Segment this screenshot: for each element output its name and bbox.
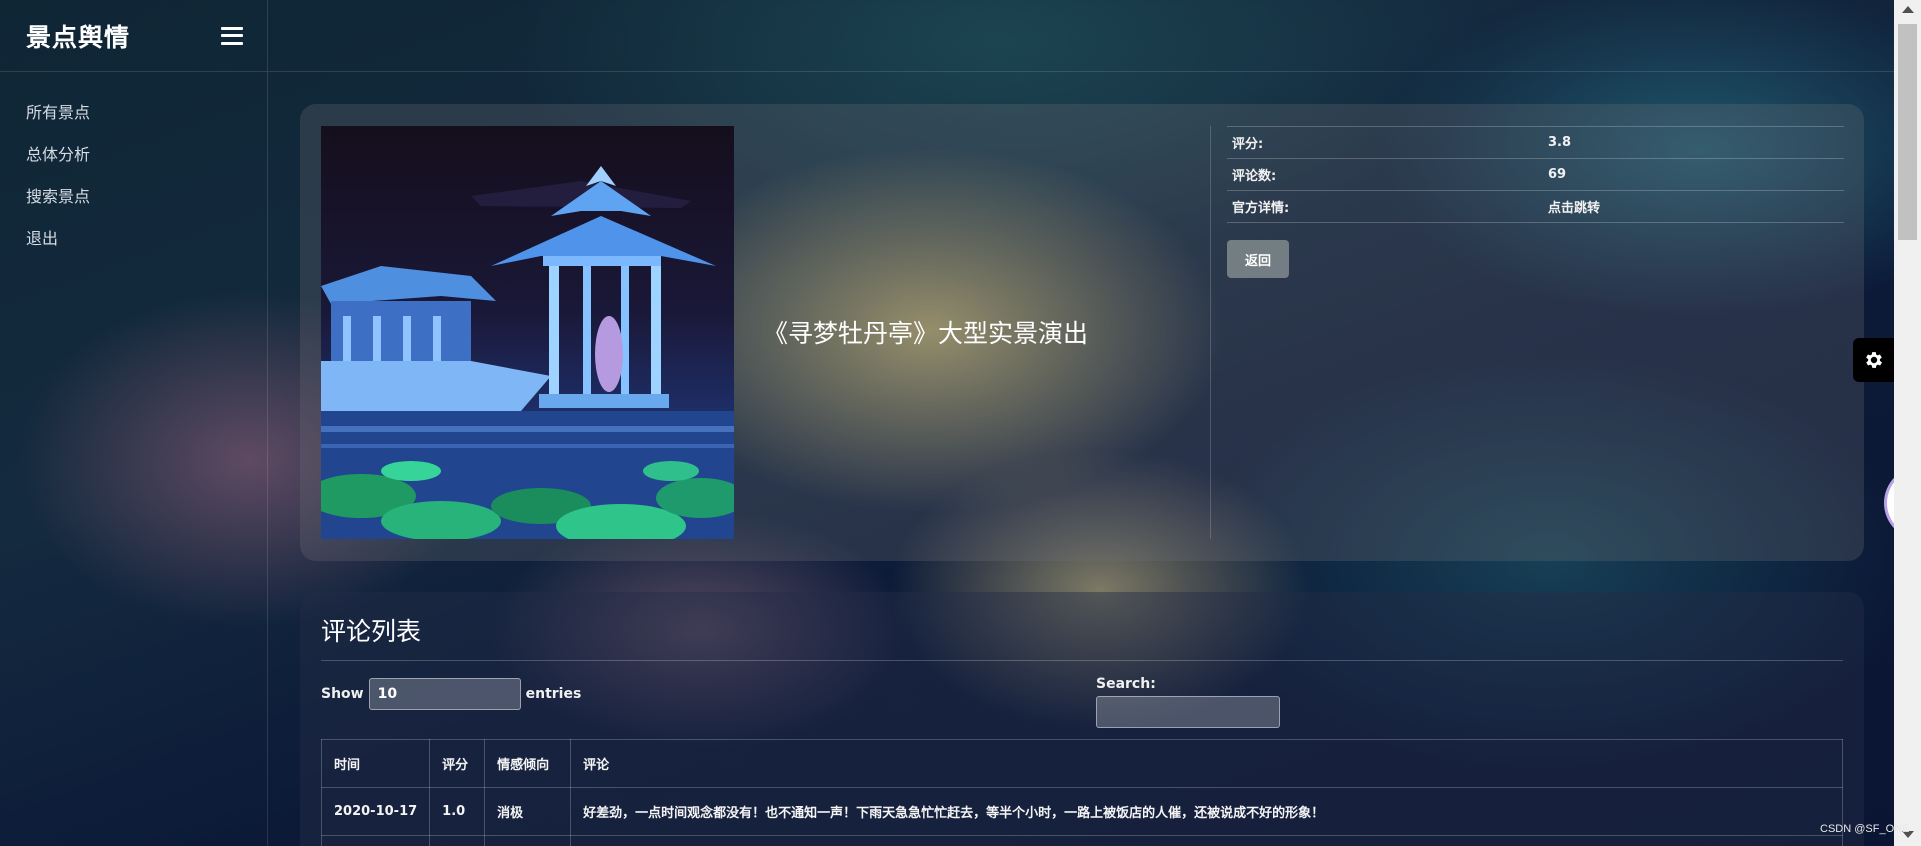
scroll-thumb[interactable] [1898, 24, 1917, 240]
spot-info-table: 评分: 3.8 评论数: 69 官方详情: 点击跳转 [1227, 126, 1844, 223]
sidebar-item-search-spots[interactable]: 搜索景点 [0, 176, 267, 218]
column-header-comment[interactable]: 评论 [570, 739, 1843, 788]
info-label: 评论数: [1227, 158, 1543, 191]
cell-time: 2020-10-17 [320, 787, 431, 836]
brand-bar: 景点舆情 [0, 0, 267, 72]
page-length-control: Show 10 entries [321, 678, 581, 710]
info-row-official-details: 官方详情: 点击跳转 [1227, 190, 1844, 223]
official-details-link[interactable]: 点击跳转 [1543, 190, 1844, 223]
back-button[interactable]: 返回 [1227, 240, 1289, 278]
divider [321, 660, 1843, 661]
info-row-comment-count: 评论数: 69 [1227, 158, 1844, 191]
cell-rating: 1.0 [429, 787, 486, 836]
page-length-select[interactable]: 10 [368, 678, 521, 710]
hamburger-icon[interactable] [221, 26, 243, 45]
divider [1210, 126, 1211, 539]
top-bar [268, 0, 1894, 72]
spot-detail-card: 《寻梦牡丹亭》大型实景演出 评分: 3.8 评论数: 69 官方详情: 点击跳转… [300, 104, 1864, 561]
search-label: Search: [1096, 676, 1156, 692]
table-row [320, 835, 1843, 846]
comments-card: 评论列表 Show 10 entries Search: 时间 评分 情感倾向 … [300, 592, 1864, 846]
table-search: Search: [1096, 676, 1280, 728]
sidebar-item-all-spots[interactable]: 所有景点 [0, 92, 267, 134]
info-label: 官方详情: [1227, 190, 1543, 223]
page-scrollbar[interactable] [1894, 0, 1921, 846]
sidebar-item-logout[interactable]: 退出 [0, 218, 267, 260]
scroll-up-icon[interactable] [1902, 6, 1914, 13]
sidebar: 景点舆情 所有景点 总体分析 搜索景点 退出 [0, 0, 268, 846]
info-value: 69 [1543, 158, 1844, 191]
search-input[interactable] [1096, 696, 1280, 728]
sidebar-item-overall-analysis[interactable]: 总体分析 [0, 134, 267, 176]
watermark: CSDN @SF_ONE [1820, 823, 1910, 835]
table-row: 2020-10-17 1.0 消极 好差劲，一点时间观念都没有！也不通知一声！下… [320, 787, 1843, 836]
app-title: 景点舆情 [26, 22, 131, 52]
info-label: 评分: [1227, 126, 1543, 159]
column-header-time[interactable]: 时间 [320, 739, 431, 788]
spot-title: 《寻梦牡丹亭》大型实景演出 [763, 319, 1089, 348]
cell-sentiment: 消极 [484, 787, 572, 836]
column-header-sentiment[interactable]: 情感倾向 [484, 739, 572, 788]
column-header-rating[interactable]: 评分 [429, 739, 486, 788]
spot-photo [321, 126, 734, 539]
gear-icon[interactable] [1853, 338, 1894, 382]
info-value: 3.8 [1543, 126, 1844, 159]
comments-table: 时间 评分 情感倾向 评论 2020-10-17 1.0 消极 好差劲，一点时间… [320, 739, 1843, 846]
comments-title: 评论列表 [321, 617, 422, 646]
cell-comment: 好差劲，一点时间观念都没有！也不通知一声！下雨天急急忙忙赶去，等半个小时，一路上… [570, 787, 1843, 836]
table-header-row: 时间 评分 情感倾向 评论 [320, 739, 1843, 788]
show-label: Show [321, 686, 364, 702]
sidebar-nav: 所有景点 总体分析 搜索景点 退出 [0, 72, 267, 260]
info-row-rating: 评分: 3.8 [1227, 126, 1844, 159]
entries-label: entries [525, 686, 582, 702]
